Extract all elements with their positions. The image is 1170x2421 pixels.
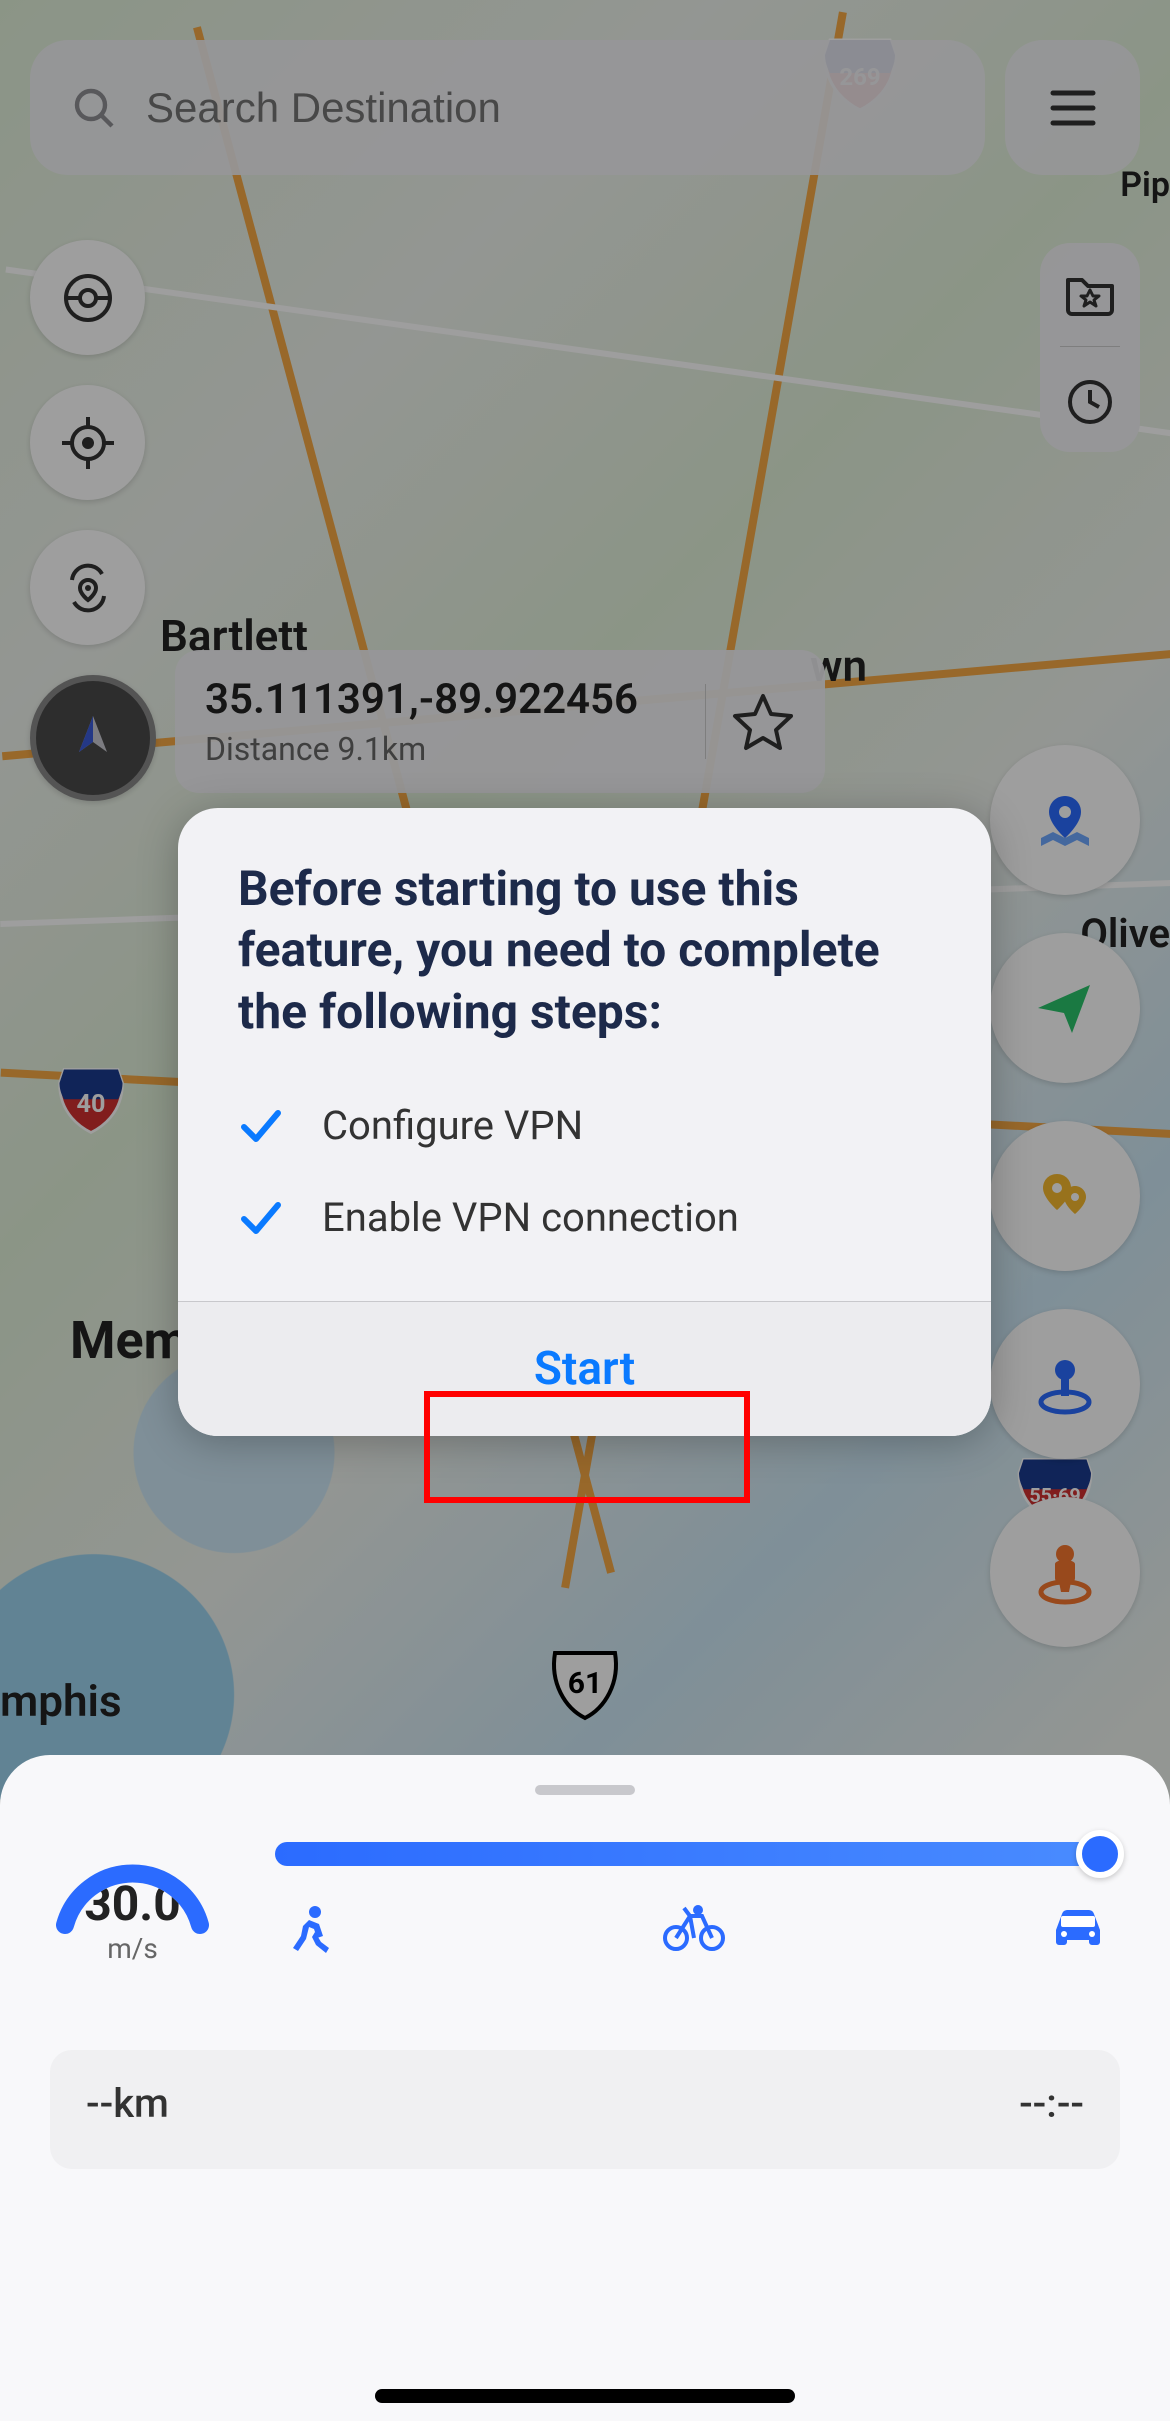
step-enable-vpn: Enable VPN connection <box>238 1194 931 1241</box>
modal-title: Before starting to use this feature, you… <box>238 858 931 1042</box>
trip-distance: --km <box>86 2080 169 2127</box>
start-button[interactable]: Start <box>534 1342 635 1396</box>
walk-mode[interactable] <box>285 1902 341 1958</box>
walk-icon <box>285 1902 341 1958</box>
car-mode[interactable] <box>1046 1902 1110 1958</box>
trip-time: --:-- <box>1019 2080 1084 2127</box>
vpn-setup-modal: Before starting to use this feature, you… <box>178 808 991 1436</box>
speed-slider[interactable] <box>275 1842 1120 1866</box>
car-icon <box>1046 1902 1110 1950</box>
home-indicator[interactable] <box>375 2389 795 2403</box>
bottom-sheet[interactable]: 30.0 m/s <box>0 1755 1170 2421</box>
bike-mode[interactable] <box>662 1902 726 1958</box>
bike-icon <box>662 1902 726 1952</box>
speed-gauge: 30.0 m/s <box>50 1835 215 1965</box>
sheet-handle[interactable] <box>535 1785 635 1795</box>
check-icon <box>238 1103 284 1149</box>
trip-row: --km --:-- <box>50 2050 1120 2169</box>
step-label: Configure VPN <box>322 1102 583 1149</box>
step-configure-vpn: Configure VPN <box>238 1102 931 1149</box>
step-label: Enable VPN connection <box>322 1194 739 1241</box>
check-icon <box>238 1195 284 1241</box>
slider-thumb[interactable] <box>1076 1830 1124 1878</box>
speed-unit: m/s <box>107 1932 158 1965</box>
